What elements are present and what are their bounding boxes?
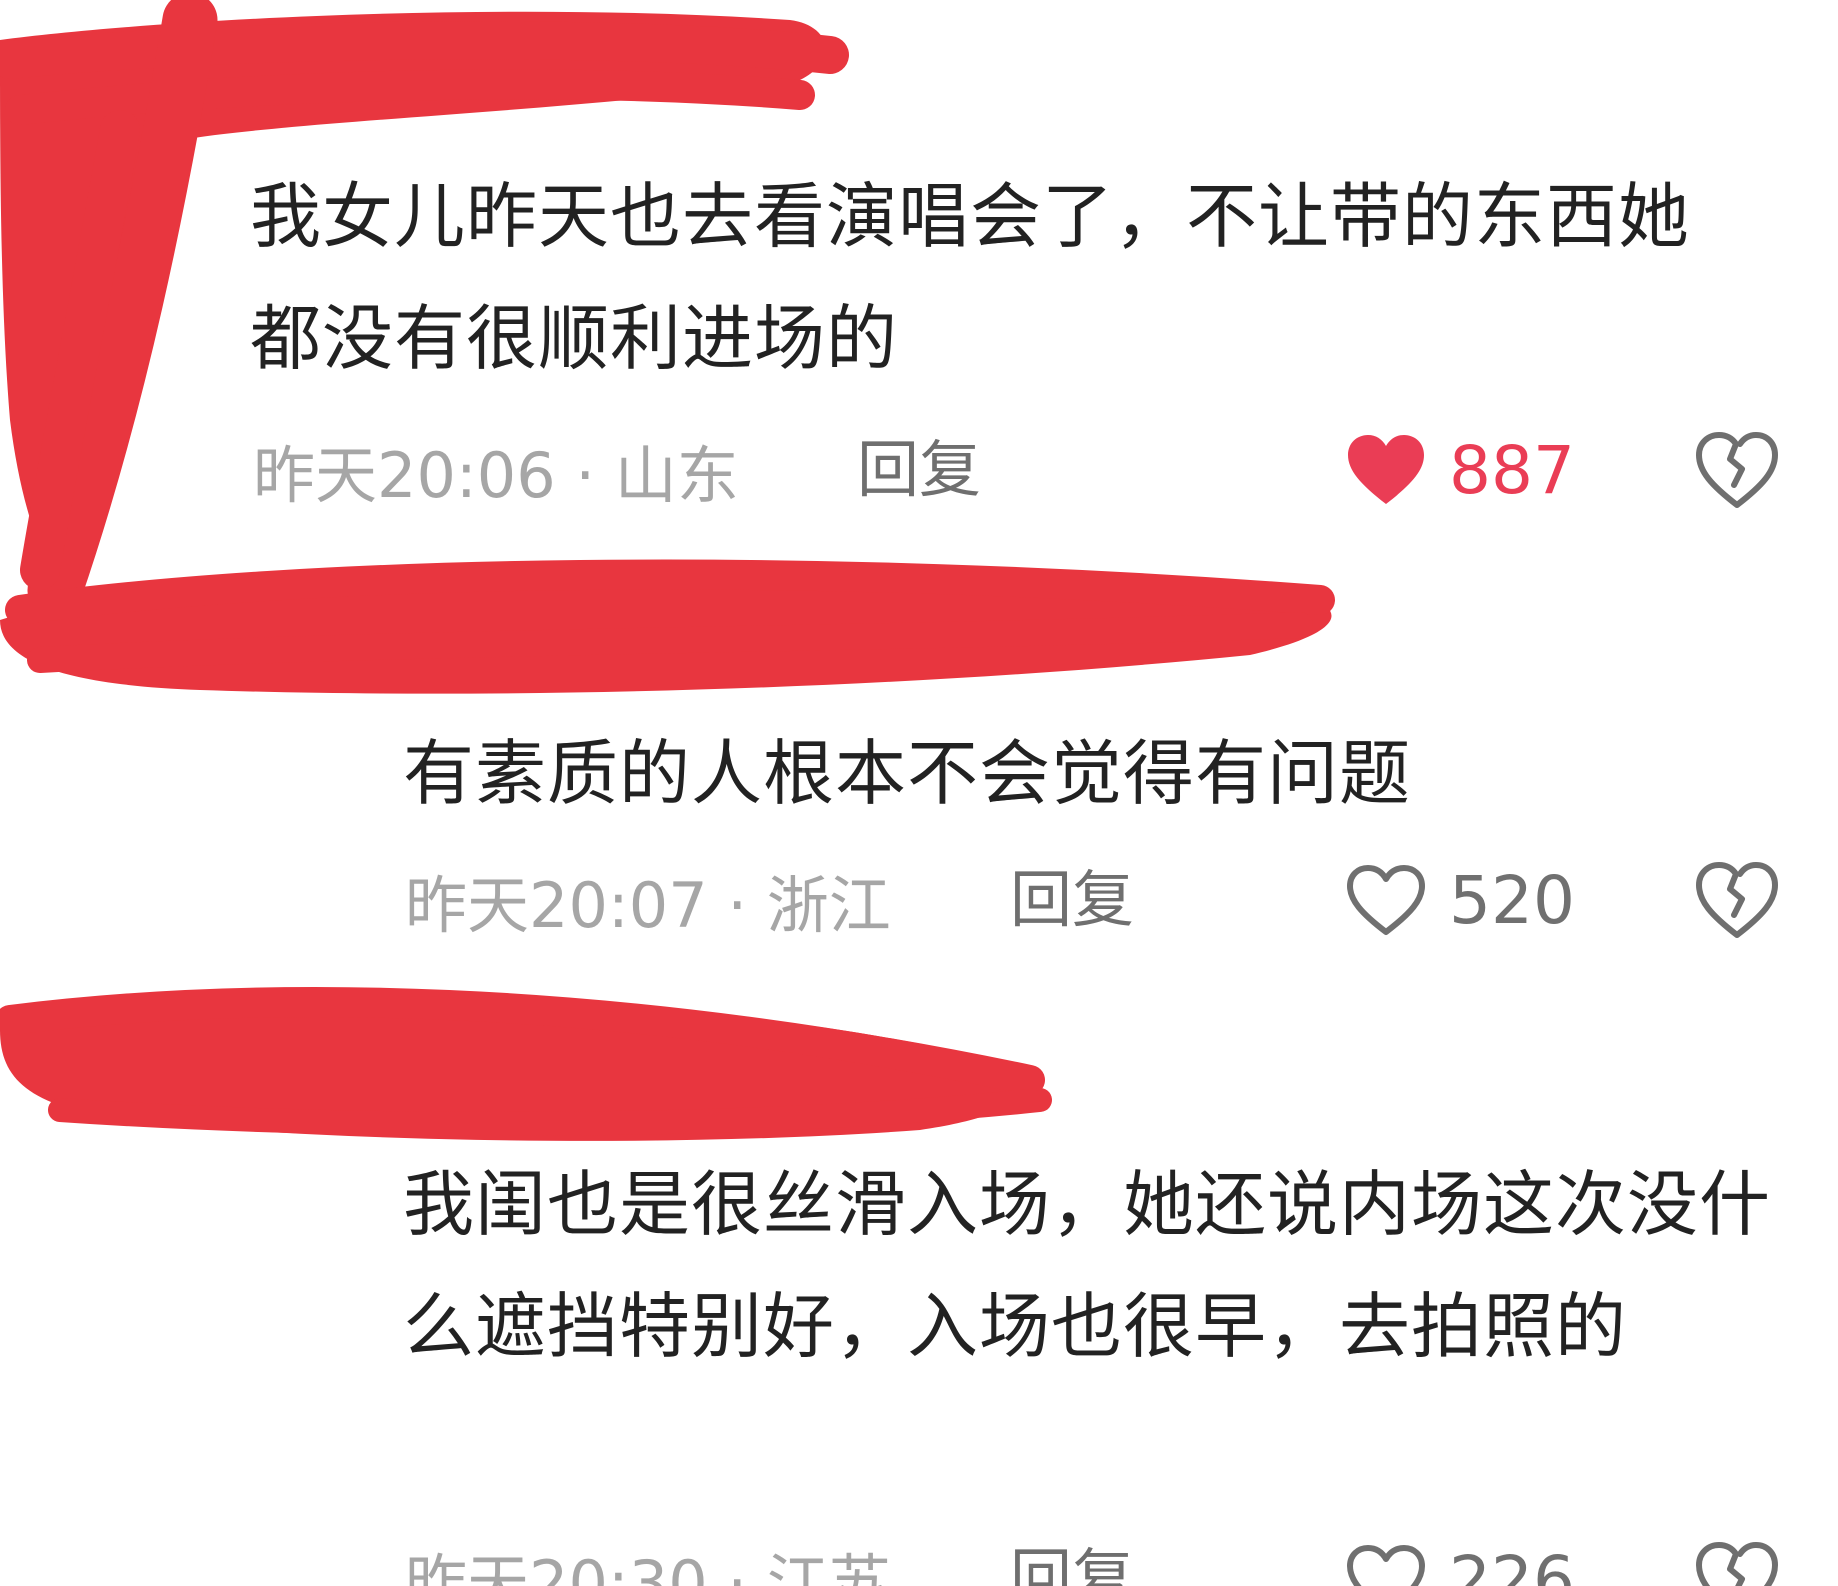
like-button[interactable]: 520	[1345, 855, 1575, 945]
comment-text: 我女儿昨天也去看演唱会了，不让带的东西她都没有很顺利进场的	[250, 175, 1691, 380]
reply-button[interactable]: 回复	[857, 430, 981, 510]
like-button[interactable]: 226	[1345, 1535, 1575, 1586]
like-count: 520	[1449, 861, 1575, 939]
comment-meta: 昨天20:06 · 山东	[253, 439, 739, 512]
reply-button[interactable]: 回复	[1010, 860, 1134, 940]
heart-filled-icon	[1345, 432, 1427, 508]
comment-list: 我女儿昨天也去看演唱会了，不让带的东西她都没有很顺利进场的 昨天20:06 · …	[0, 0, 1838, 1586]
broken-heart-icon	[1694, 427, 1780, 513]
broken-heart-icon	[1694, 857, 1780, 943]
dislike-button[interactable]	[1694, 427, 1780, 513]
broken-heart-icon	[1694, 1537, 1780, 1586]
reply-button[interactable]: 回复	[1010, 1538, 1134, 1586]
dislike-button[interactable]	[1694, 1537, 1780, 1586]
comment-meta: 昨天20:30 · 江苏	[405, 1547, 891, 1586]
comment-meta: 昨天20:07 · 浙江	[405, 869, 891, 942]
dislike-button[interactable]	[1694, 857, 1780, 943]
comment-text: 我闺也是很丝滑入场，她还说内场这次没什么遮挡特别好，入场也很早，去拍照的	[403, 1163, 1772, 1368]
heart-outline-icon	[1345, 1542, 1427, 1586]
comment-text: 有素质的人根本不会觉得有问题	[403, 732, 1412, 815]
like-count: 226	[1449, 1541, 1575, 1586]
like-count: 887	[1449, 431, 1575, 509]
heart-outline-icon	[1345, 862, 1427, 938]
like-button[interactable]: 887	[1345, 425, 1575, 515]
